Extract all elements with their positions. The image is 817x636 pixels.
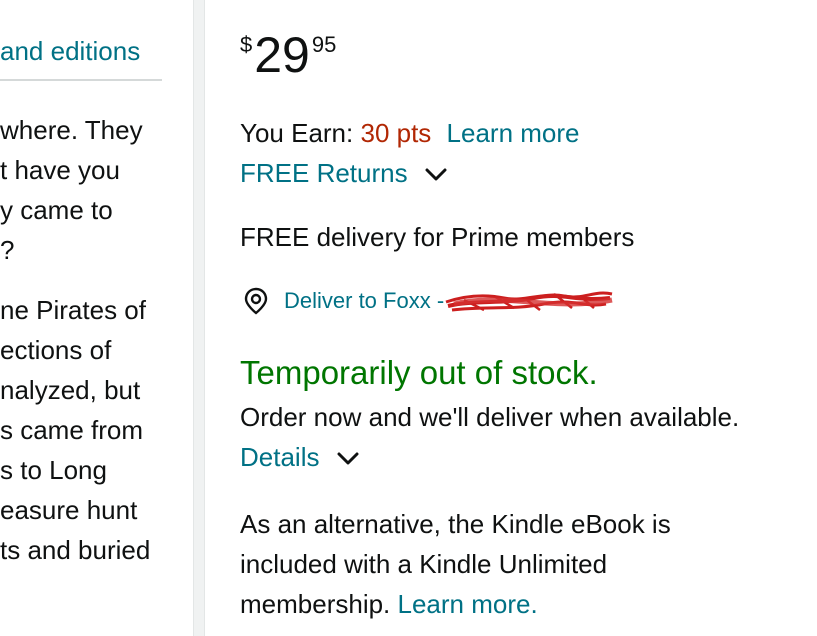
description-line: ? bbox=[0, 235, 15, 265]
points-label: You Earn: bbox=[240, 118, 354, 148]
points-earned-row: You Earn: 30 pts Learn more bbox=[240, 118, 580, 149]
product-description-column: and editions where. They t have you y ca… bbox=[0, 0, 193, 636]
description-line: s to Long bbox=[0, 455, 107, 485]
description-line: y came to bbox=[0, 195, 113, 225]
details-label: Details bbox=[240, 442, 320, 472]
kindle-unlimited-learn-more-link[interactable]: Learn more. bbox=[398, 589, 538, 619]
chevron-down-icon bbox=[337, 452, 359, 465]
delivery-message: FREE delivery for Prime members bbox=[240, 222, 635, 252]
description-line: ts and buried bbox=[0, 535, 151, 565]
price-currency-symbol: $ bbox=[240, 32, 253, 57]
column-divider bbox=[193, 0, 205, 636]
alternative-line: membership. Learn more. bbox=[240, 584, 671, 624]
price-fraction: 95 bbox=[311, 32, 337, 57]
buy-box: $ 29 95 You Earn: 30 pts Learn more FREE… bbox=[240, 0, 817, 636]
deliver-to-label: Deliver to Foxx - bbox=[284, 288, 445, 313]
description-line: nalyzed, but bbox=[0, 375, 141, 405]
points-learn-more-link[interactable]: Learn more bbox=[447, 118, 580, 148]
product-buybox-screen: and editions where. They t have you y ca… bbox=[0, 0, 817, 636]
editions-divider bbox=[0, 79, 162, 81]
description-line: t have you bbox=[0, 155, 120, 185]
formats-editions-link[interactable]: and editions bbox=[0, 36, 140, 67]
free-returns-label: FREE Returns bbox=[240, 158, 408, 188]
redacted-address-scribble bbox=[444, 286, 614, 316]
description-paragraph-1: where. They t have you y came to ? bbox=[0, 110, 193, 270]
free-returns-toggle[interactable]: FREE Returns bbox=[240, 158, 447, 189]
description-line: ne Pirates of bbox=[0, 295, 146, 325]
description-line: where. They bbox=[0, 115, 143, 145]
price: $ 29 95 bbox=[240, 26, 336, 84]
description-line: s came from bbox=[0, 415, 144, 445]
points-value: 30 pts bbox=[360, 118, 432, 148]
deliver-to-location-link[interactable]: Deliver to Foxx - bbox=[242, 286, 614, 316]
location-pin-icon bbox=[244, 287, 268, 315]
alternative-line-prefix: membership. bbox=[240, 589, 391, 619]
description-paragraph-2: ne Pirates of ections of nalyzed, but s … bbox=[0, 290, 193, 570]
kindle-alternative-message: As an alternative, the Kindle eBook is i… bbox=[240, 504, 671, 624]
price-whole: 29 bbox=[254, 27, 310, 83]
alternative-line: included with a Kindle Unlimited bbox=[240, 549, 608, 579]
details-toggle[interactable]: Details bbox=[240, 442, 359, 473]
availability-status: Temporarily out of stock. bbox=[240, 354, 598, 391]
description-line: ections of bbox=[0, 335, 112, 365]
description-line: easure hunt bbox=[0, 495, 138, 525]
order-now-note: Order now and we'll deliver when availab… bbox=[240, 402, 740, 432]
alternative-line: As an alternative, the Kindle eBook is bbox=[240, 509, 671, 539]
chevron-down-icon bbox=[425, 168, 447, 181]
